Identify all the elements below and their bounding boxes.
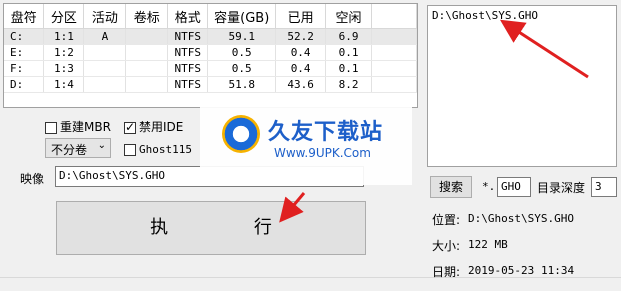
arrow-to-run-button xyxy=(279,192,306,223)
arrow-to-file-list xyxy=(499,19,589,79)
annotation-arrows xyxy=(279,19,589,223)
